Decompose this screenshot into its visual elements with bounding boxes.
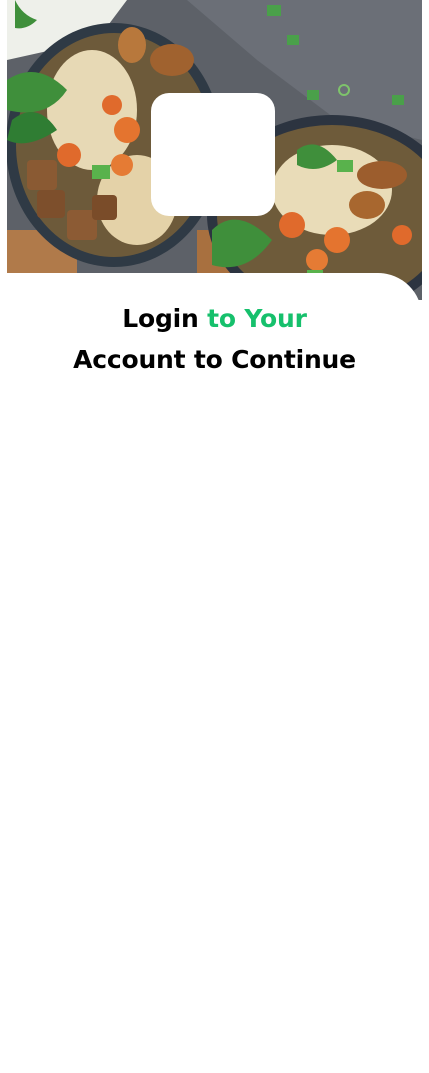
app-logo-placeholder (151, 93, 275, 216)
login-title-line2: Account to Continue (73, 345, 356, 374)
login-title: Login to Your Account to Continue (0, 298, 429, 380)
login-sheet (7, 273, 422, 1073)
login-title-part1: Login (122, 304, 199, 333)
login-title-accent: to Your (207, 304, 307, 333)
login-title-line1: Login to Your (0, 298, 429, 339)
